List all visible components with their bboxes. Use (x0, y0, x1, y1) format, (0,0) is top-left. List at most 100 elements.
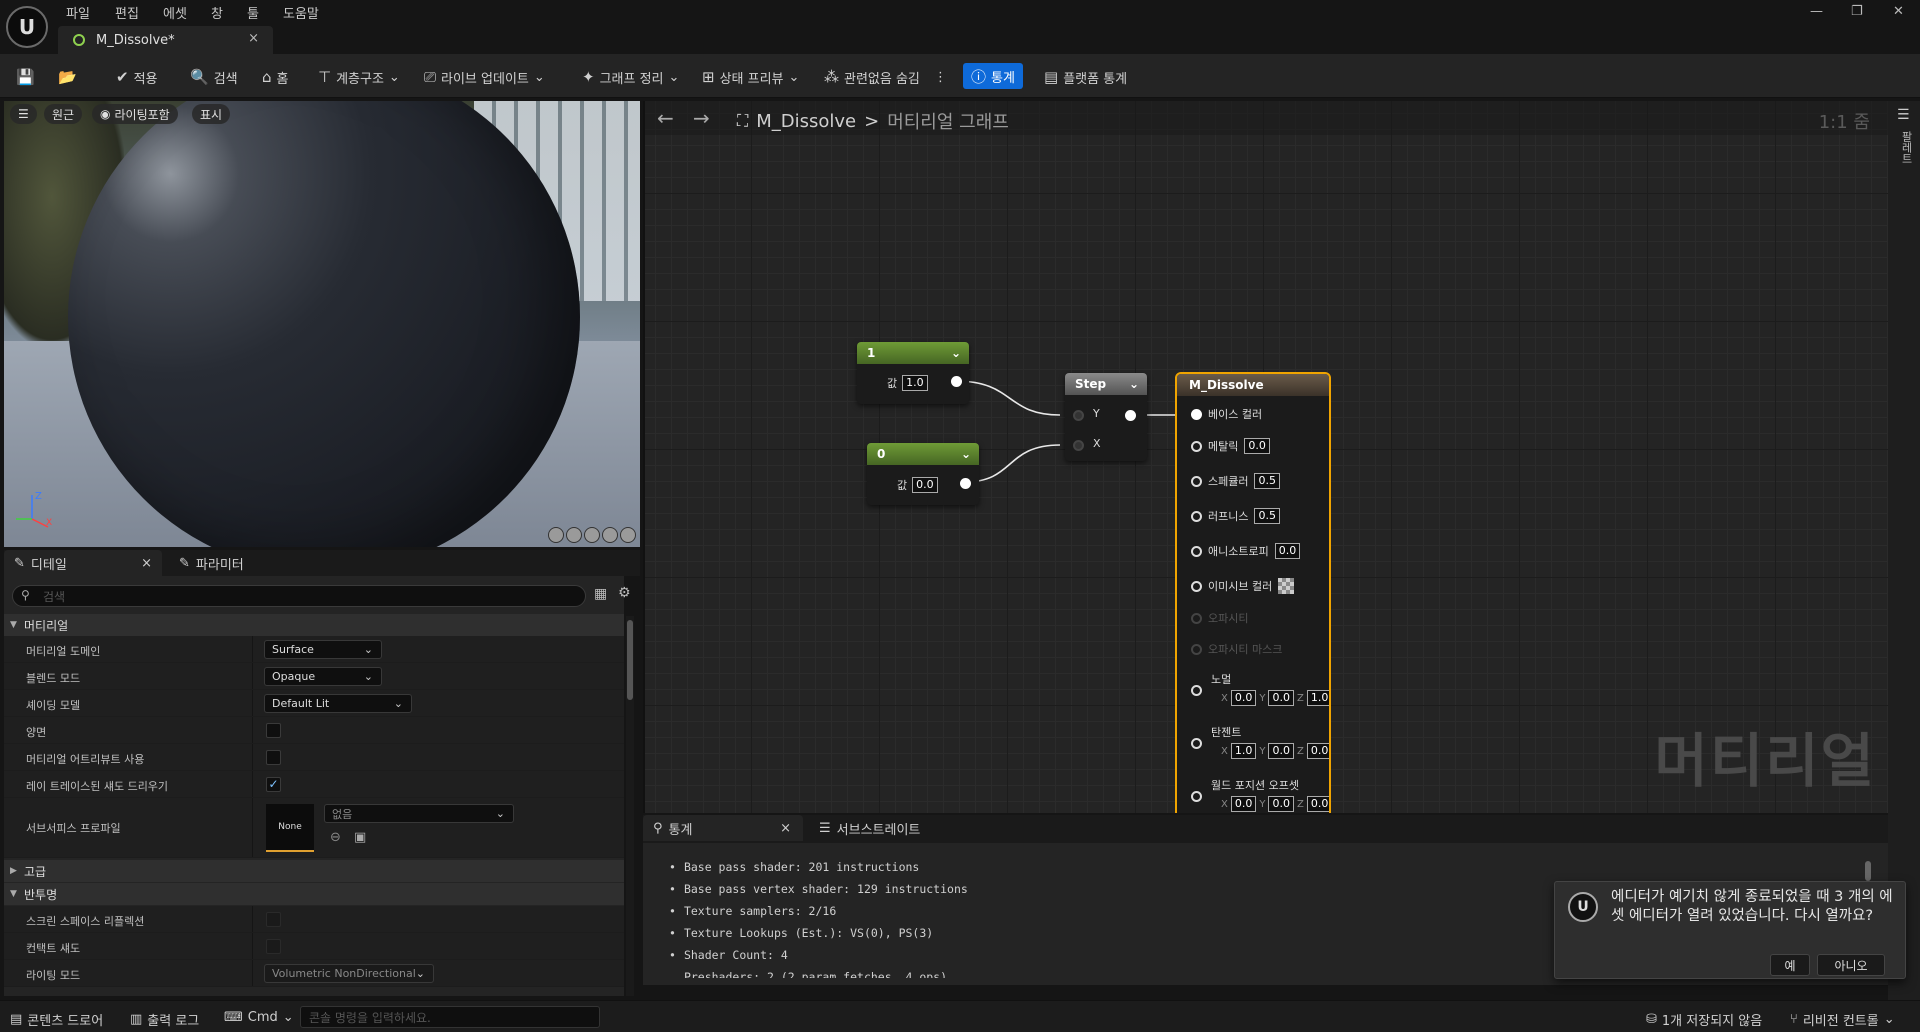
preview-viewport[interactable]: ☰ 원근 ◉ 라이팅포함 표시 Z X (4, 101, 640, 547)
input-pin[interactable] (1191, 738, 1202, 749)
restore-button[interactable]: ❐ (1851, 4, 1863, 19)
node-header[interactable]: 0 ⌄ (867, 443, 979, 465)
close-icon[interactable]: × (141, 556, 152, 571)
node-material-result[interactable]: M_Dissolve 베이스 컬러 메탈릭 0.0 스페큘러 0.5 러프니스 0.5… (1175, 372, 1331, 813)
document-tab[interactable]: M_Dissolve* × (58, 26, 273, 54)
color-swatch[interactable] (1278, 578, 1295, 594)
input-pin[interactable] (1191, 408, 1202, 420)
value-field[interactable]: 0.0 (1230, 690, 1257, 706)
value-field[interactable]: 1.0 (1230, 743, 1257, 759)
use-material-attributes-checkbox[interactable] (266, 750, 281, 765)
node-title[interactable]: M_Dissolve (1177, 374, 1329, 396)
contact-shadow-checkbox[interactable] (266, 939, 281, 954)
plane-icon[interactable] (584, 527, 600, 543)
node-constant-1[interactable]: 1 ⌄ 값 1.0 (857, 342, 969, 404)
value-field[interactable]: 0.0 (1306, 743, 1329, 759)
close-icon[interactable]: × (248, 31, 259, 46)
node-step[interactable]: Step ⌄ Y X (1065, 373, 1147, 461)
value-field[interactable]: 0.0 (912, 477, 938, 493)
menu-edit[interactable]: 편집 (115, 3, 139, 22)
input-pin-x[interactable] (1073, 440, 1084, 451)
material-domain-dropdown[interactable]: Surface ⌄ (264, 640, 382, 659)
palette-tab[interactable]: 팔레트 (1898, 131, 1914, 164)
input-pin-y[interactable] (1073, 410, 1084, 421)
more-options-button[interactable]: ⋮ (934, 66, 947, 88)
grid-view-icon[interactable]: ▦ (594, 586, 607, 602)
hide-unrelated-button[interactable]: ⁂ 관련없음 숨김 (824, 66, 920, 88)
perspective-button[interactable]: 원근 (44, 104, 83, 124)
list-icon[interactable]: ☰ (1897, 107, 1910, 123)
value-field[interactable]: 1.0 (902, 375, 928, 391)
sphere-icon[interactable] (566, 527, 582, 543)
input-pin[interactable] (1191, 791, 1202, 802)
subsurface-asset-dropdown[interactable]: 없음 ⌄ (324, 804, 514, 823)
chevron-down-icon[interactable]: ⌄ (1129, 377, 1139, 391)
cylinder-icon[interactable] (548, 527, 564, 543)
value-field[interactable]: 0.0 (1230, 796, 1257, 812)
category-material[interactable]: ▼ 머티리얼 (4, 614, 624, 636)
cmd-selector[interactable]: ⌨ Cmd ⌄ (224, 1010, 294, 1025)
value-field[interactable]: 0.0 (1244, 438, 1270, 454)
live-update-button[interactable]: ⎚ 라이브 업데이트 ⌄ (424, 66, 545, 88)
node-header[interactable]: Step ⌄ (1065, 373, 1147, 395)
input-pin[interactable] (1191, 475, 1202, 487)
menu-help[interactable]: 도움말 (283, 3, 319, 22)
browse-icon[interactable]: ▣ (354, 830, 366, 845)
value-field[interactable]: 1.0 (1306, 690, 1329, 706)
value-field[interactable]: 0.0 (1268, 796, 1294, 812)
category-translucency[interactable]: ▼ 반투명 (4, 883, 624, 905)
output-pin[interactable] (951, 376, 962, 387)
yes-button[interactable]: 예 (1770, 954, 1810, 976)
cube-icon[interactable] (602, 527, 618, 543)
menu-tools[interactable]: 툴 (247, 3, 259, 22)
menu-file[interactable]: 파일 (66, 3, 90, 22)
output-pin[interactable] (960, 478, 971, 489)
scrollbar-thumb[interactable] (627, 620, 633, 700)
tab-stats[interactable]: ⚲ 통계 × (643, 815, 803, 841)
input-pin[interactable] (1191, 580, 1202, 592)
output-log-button[interactable]: ▥ 출력 로그 (130, 1010, 199, 1029)
use-selected-icon[interactable]: ⊖ (330, 830, 341, 845)
input-pin[interactable] (1191, 545, 1202, 557)
two-sided-checkbox[interactable] (266, 723, 281, 738)
tab-details[interactable]: ✎ 디테일 × (4, 550, 162, 576)
teapot-icon[interactable] (620, 527, 636, 543)
chevron-down-icon[interactable]: ⌄ (961, 447, 971, 461)
details-scrollbar[interactable] (626, 616, 634, 996)
input-pin[interactable] (1191, 685, 1202, 696)
value-field[interactable]: 0.0 (1268, 690, 1294, 706)
value-field[interactable]: 0.0 (1274, 543, 1301, 559)
show-button[interactable]: 표시 (192, 104, 231, 124)
close-icon[interactable]: × (780, 821, 791, 836)
viewport-menu-button[interactable]: ☰ (10, 104, 37, 124)
revision-control-button[interactable]: ⑂ 리비전 컨트롤 ⌄ (1790, 1010, 1895, 1029)
unreal-logo[interactable]: U (6, 6, 48, 48)
tab-substrate[interactable]: ☰ 서브스트레이트 (809, 815, 969, 841)
value-field[interactable]: 0.0 (1306, 796, 1329, 812)
unsaved-assets-button[interactable]: ⛁ 1개 저장되지 않음 (1646, 1010, 1762, 1029)
node-constant-0[interactable]: 0 ⌄ 값 0.0 (867, 443, 979, 505)
save-button[interactable]: 💾 (16, 66, 35, 88)
value-field[interactable]: 0.0 (1268, 743, 1294, 759)
input-pin[interactable] (1191, 510, 1202, 522)
tab-parameters[interactable]: ✎ 파라미터 (169, 550, 329, 576)
ss-reflection-checkbox[interactable] (266, 912, 281, 927)
subsurface-thumbnail[interactable]: None (266, 804, 314, 852)
platform-stats-button[interactable]: ▤ 플랫폼 통계 (1044, 66, 1127, 88)
state-preview-button[interactable]: ⊞ 상태 프리뷰 ⌄ (702, 66, 799, 88)
home-button[interactable]: ⌂ 홈 (262, 66, 289, 88)
details-search-input[interactable]: ⚲ 검색 (12, 585, 586, 607)
graph-cleanup-button[interactable]: ✦ 그래프 정리 ⌄ (582, 66, 679, 88)
stats-scrollbar-thumb[interactable] (1865, 861, 1871, 881)
output-pin[interactable] (1125, 410, 1136, 421)
node-header[interactable]: 1 ⌄ (857, 342, 969, 364)
content-drawer-button[interactable]: ▤ 콘텐츠 드로어 (10, 1010, 103, 1029)
stats-button[interactable]: ⓘ 통계 (963, 63, 1023, 89)
menu-asset[interactable]: 에셋 (163, 3, 187, 22)
menu-window[interactable]: 창 (211, 3, 223, 22)
gear-icon[interactable]: ⚙ (618, 585, 631, 601)
lighting-mode-dropdown[interactable]: Volumetric NonDirectional ⌄ (264, 964, 434, 983)
shading-model-dropdown[interactable]: Default Lit ⌄ (264, 694, 412, 713)
blend-mode-dropdown[interactable]: Opaque ⌄ (264, 667, 382, 686)
browse-button[interactable]: 📂 (58, 66, 77, 88)
